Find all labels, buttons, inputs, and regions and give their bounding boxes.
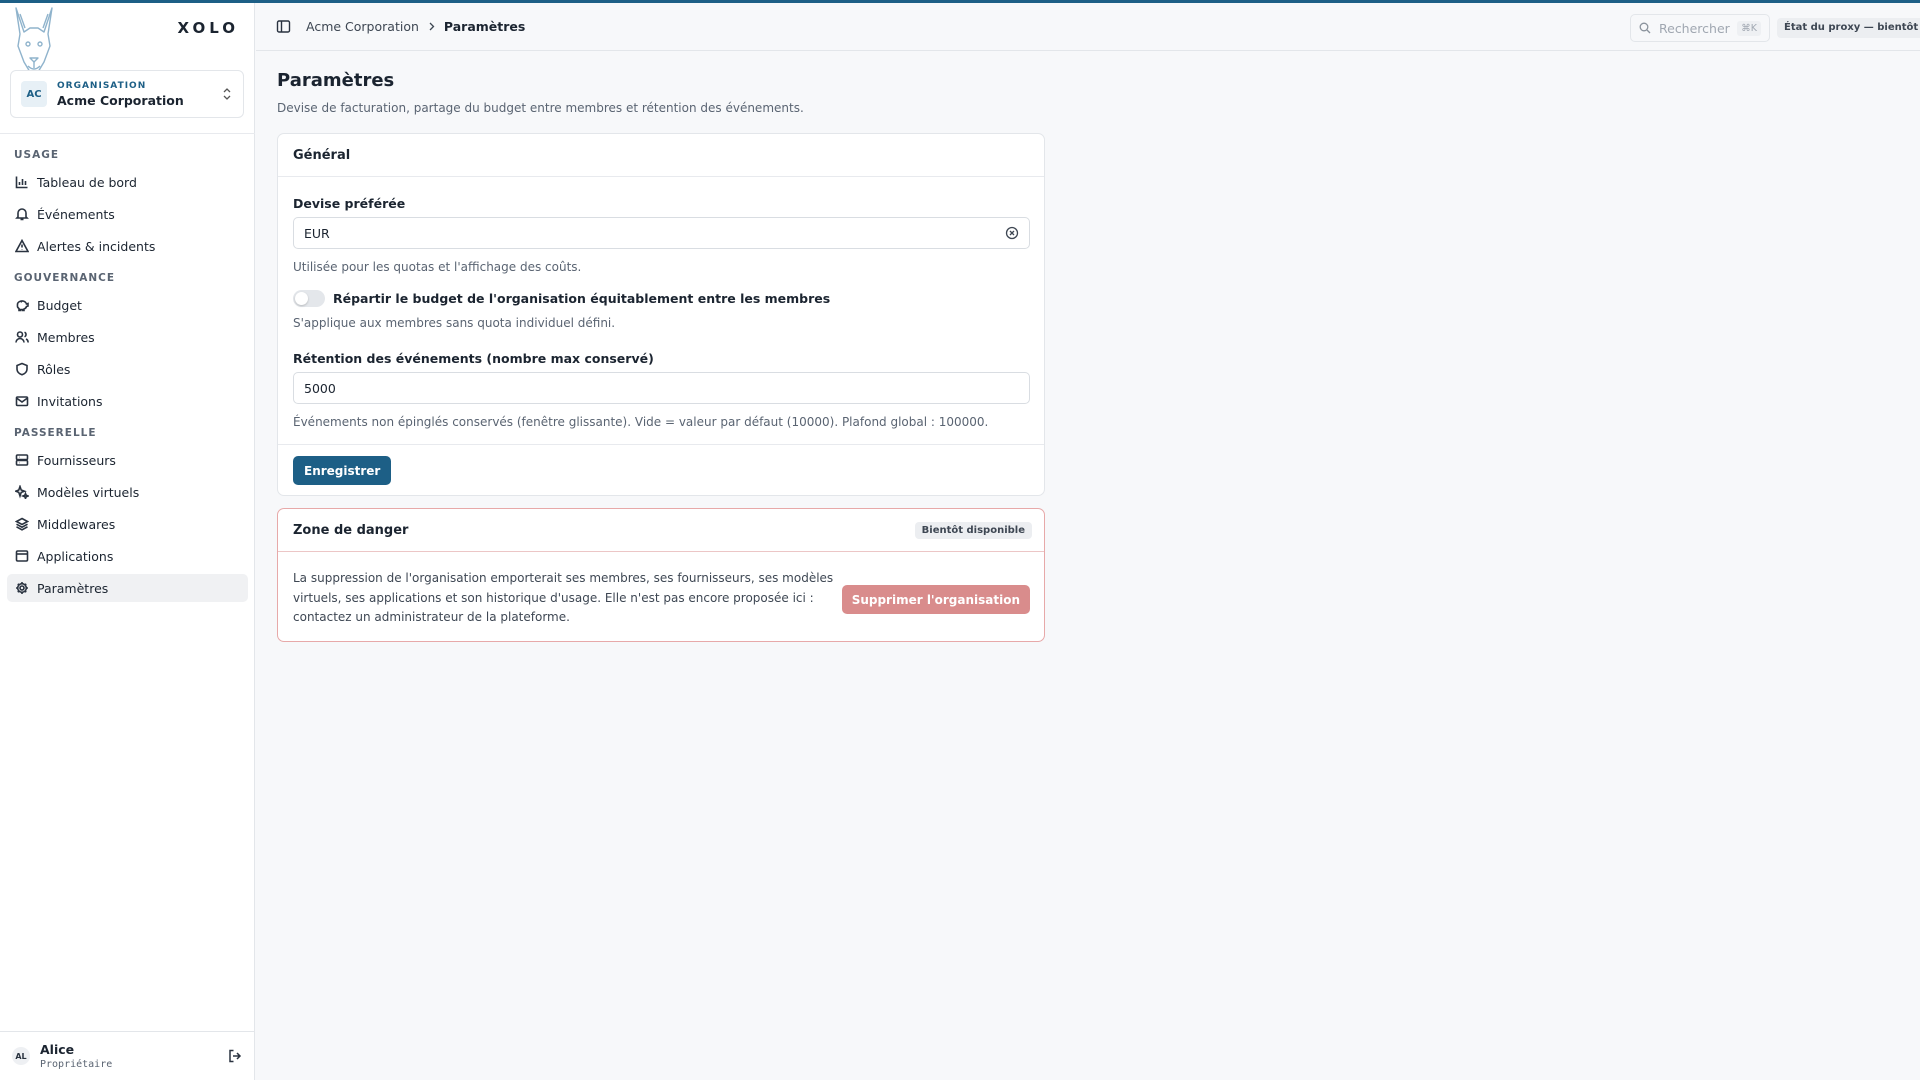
search-placeholder: Rechercher — [1659, 20, 1730, 36]
top-accent-line — [0, 0, 1920, 3]
retention-label: Rétention des événements (nombre max con… — [293, 351, 654, 366]
server-icon — [15, 454, 29, 466]
danger-zone-card: Zone de danger Bientôt disponible La sup… — [277, 508, 1045, 642]
sidebar-item-label: Membres — [37, 329, 95, 345]
general-settings-card: Général Devise préférée EUR Utilisée pou… — [277, 133, 1045, 496]
budget-split-label: Répartir le budget de l'organisation équ… — [333, 291, 831, 306]
layers-icon — [15, 517, 29, 531]
card-header: Zone de danger Bientôt disponible — [278, 509, 1044, 552]
sidebar-item-label: Invitations — [37, 393, 103, 409]
bell-icon — [15, 208, 29, 221]
logout-icon[interactable] — [227, 1048, 243, 1064]
dog-head-logo-icon — [15, 7, 53, 73]
sidebar-item-label: Fournisseurs — [37, 452, 116, 468]
org-avatar: AC — [21, 81, 47, 107]
user-name: Alice — [40, 1042, 75, 1057]
budget-split-hint: S'applique aux membres sans quota indivi… — [293, 316, 616, 330]
page-title: Paramètres — [277, 70, 395, 91]
brand: XOLO — [0, 3, 255, 73]
proxy-status-badge: État du proxy — bientôt — [1777, 18, 1920, 38]
shield-icon — [16, 362, 28, 376]
sidebar-toggle-icon[interactable] — [276, 19, 291, 34]
search-shortcut: ⌘K — [1737, 20, 1761, 36]
breadcrumb-org-link[interactable]: Acme Corporation — [306, 19, 419, 34]
clear-icon[interactable] — [1005, 226, 1019, 240]
currency-value: EUR — [304, 225, 330, 241]
sidebar-item-label: Tableau de bord — [37, 174, 137, 190]
breadcrumb-current: Paramètres — [443, 19, 526, 34]
sidebar-item-label: Alertes & incidents — [37, 238, 156, 254]
budget-split-toggle[interactable] — [293, 290, 325, 307]
sidebar-item-budget[interactable]: Budget — [7, 291, 248, 319]
currency-hint: Utilisée pour les quotas et l'affichage … — [293, 260, 582, 274]
org-text: ORGANISATION Acme Corporation — [57, 81, 221, 108]
chevron-right-icon — [429, 22, 435, 31]
sidebar-item-label: Budget — [37, 297, 82, 313]
nav-section-governance: GOUVERNANCE — [14, 272, 116, 284]
bar-chart-icon — [15, 176, 28, 189]
user-text: Alice Propriétaire — [40, 1042, 227, 1070]
sidebar-item-label: Modèles virtuels — [37, 484, 140, 500]
toggle-knob — [295, 292, 308, 305]
breadcrumb: Acme Corporation Paramètres — [306, 19, 525, 34]
page-description: Devise de facturation, partage du budget… — [277, 101, 804, 115]
sidebar-item-label: Événements — [37, 206, 115, 222]
avatar: AL — [12, 1047, 30, 1065]
chevrons-up-down-icon — [223, 88, 231, 100]
sidebar-item-members[interactable]: Membres — [7, 323, 248, 351]
budget-split-row: Répartir le budget de l'organisation équ… — [293, 290, 830, 307]
sidebar-item-events[interactable]: Événements — [7, 200, 248, 228]
piggy-bank-icon — [16, 300, 29, 312]
org-name: Acme Corporation — [57, 92, 184, 108]
sidebar-item-roles[interactable]: Rôles — [7, 355, 248, 383]
sidebar-item-virtual-models[interactable]: Modèles virtuels — [7, 478, 248, 506]
card-title: Général — [293, 147, 351, 163]
nav-section-usage: USAGE — [14, 149, 60, 161]
user-box: AL Alice Propriétaire — [0, 1031, 255, 1080]
gear-icon — [16, 582, 28, 594]
sidebar-divider — [0, 133, 255, 134]
save-button[interactable]: Enregistrer — [293, 456, 392, 485]
sidebar-item-invitations[interactable]: Invitations — [7, 387, 248, 415]
card-title: Zone de danger — [293, 522, 409, 538]
sidebar-item-alerts[interactable]: Alertes & incidents — [7, 232, 248, 260]
user-role: Propriétaire — [40, 1059, 113, 1070]
warning-icon — [15, 239, 29, 253]
sidebar-item-applications[interactable]: Applications — [7, 542, 248, 570]
users-icon — [15, 331, 29, 343]
mail-icon — [15, 396, 29, 407]
nav-section-gateway: PASSERELLE — [14, 427, 97, 439]
sparkles-icon — [15, 485, 29, 499]
coming-soon-badge: Bientôt disponible — [914, 521, 1032, 539]
currency-label: Devise préférée — [293, 196, 406, 211]
sidebar: XOLO AC ORGANISATION Acme Corporation US… — [0, 0, 255, 1080]
sidebar-nav: USAGE Tableau de bord Événements Alertes… — [7, 145, 248, 602]
danger-description: La suppression de l'organisation emporte… — [293, 571, 834, 624]
sidebar-item-dashboard[interactable]: Tableau de bord — [7, 168, 248, 196]
sidebar-item-providers[interactable]: Fournisseurs — [7, 446, 248, 474]
window-icon — [15, 550, 29, 562]
search-icon — [1639, 22, 1651, 34]
main-content: Paramètres Devise de facturation, partag… — [277, 70, 1045, 642]
organization-switcher[interactable]: AC ORGANISATION Acme Corporation — [10, 70, 244, 118]
card-footer-divider — [278, 444, 1044, 445]
search-input[interactable]: Rechercher ⌘K — [1630, 14, 1770, 42]
card-header: Général — [278, 134, 1044, 177]
org-kicker: ORGANISATION — [57, 80, 147, 91]
sidebar-item-label: Rôles — [37, 361, 71, 377]
sidebar-item-middlewares[interactable]: Middlewares — [7, 510, 248, 538]
brand-name: XOLO — [177, 19, 239, 37]
sidebar-item-label: Applications — [37, 548, 114, 564]
retention-input[interactable] — [293, 372, 1030, 404]
currency-select[interactable]: EUR — [293, 217, 1030, 249]
topbar: Acme Corporation Paramètres Rechercher ⌘… — [256, 3, 1920, 51]
retention-hint: Événements non épinglés conservés (fenêt… — [293, 415, 989, 429]
sidebar-item-label: Middlewares — [37, 516, 116, 532]
delete-organization-button[interactable]: Supprimer l'organisation — [841, 585, 1030, 614]
sidebar-item-label: Paramètres — [37, 580, 109, 596]
sidebar-item-settings[interactable]: Paramètres — [7, 574, 248, 602]
